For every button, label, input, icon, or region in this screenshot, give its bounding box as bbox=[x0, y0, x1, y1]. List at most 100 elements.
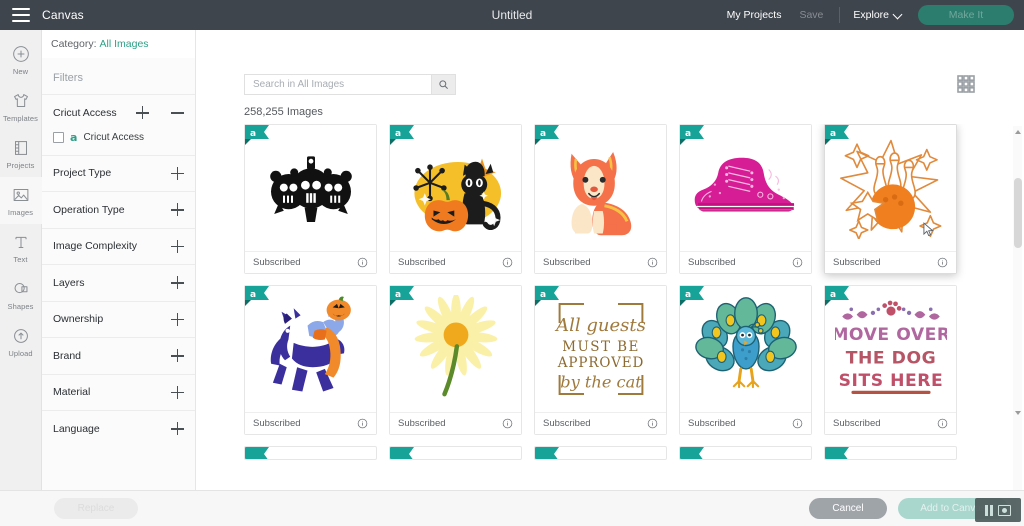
sidebar-item-new[interactable]: New bbox=[0, 36, 41, 83]
checkbox[interactable] bbox=[53, 132, 64, 143]
filter-row-brand[interactable]: Brand bbox=[42, 337, 195, 374]
replace-button[interactable]: Replace bbox=[54, 498, 138, 519]
plus-icon[interactable] bbox=[136, 106, 149, 119]
left-tool-rail: New Templates Projects bbox=[0, 30, 42, 526]
plus-icon[interactable] bbox=[171, 276, 184, 289]
image-card[interactable]: a bbox=[824, 124, 957, 274]
filter-row-language[interactable]: Language bbox=[42, 410, 195, 447]
info-icon[interactable] bbox=[792, 257, 803, 268]
hamburger-menu-icon[interactable] bbox=[12, 8, 30, 22]
card-footer: Subscribed bbox=[245, 251, 376, 273]
sidebar-item-text[interactable]: Text bbox=[0, 224, 41, 271]
filter-row-material[interactable]: Material bbox=[42, 374, 195, 411]
screen-recorder-widget[interactable] bbox=[975, 498, 1021, 522]
card-footer: Subscribed bbox=[535, 412, 666, 434]
breadcrumb: Category: All Images bbox=[42, 30, 195, 58]
image-card[interactable]: a bbox=[679, 285, 812, 435]
top-bar-actions: My Projects Save Explore Make It bbox=[718, 5, 1024, 25]
scroll-down-arrow-icon[interactable] bbox=[1015, 411, 1021, 415]
app-window: Canvas Untitled My Projects Save Explore… bbox=[0, 0, 1024, 526]
filter-label: Language bbox=[53, 423, 171, 435]
make-it-button[interactable]: Make It bbox=[918, 5, 1014, 25]
scroll-up-arrow-icon[interactable] bbox=[1015, 130, 1021, 134]
search-input[interactable] bbox=[245, 75, 431, 94]
scrollbar-thumb[interactable] bbox=[1014, 178, 1022, 248]
filters-panel: Category: All Images Filters Cricut Acce… bbox=[42, 30, 196, 526]
dog-line-1: MOVE OVER bbox=[835, 325, 947, 345]
image-card[interactable]: a bbox=[244, 285, 377, 435]
info-icon[interactable] bbox=[502, 257, 513, 268]
filter-row-project-type[interactable]: Project Type bbox=[42, 155, 195, 192]
info-icon[interactable] bbox=[357, 418, 368, 429]
canvas-label[interactable]: Canvas bbox=[42, 8, 84, 22]
cricut-access-badge-icon bbox=[680, 447, 706, 460]
image-icon bbox=[10, 184, 32, 206]
category-value-link[interactable]: All Images bbox=[100, 38, 149, 50]
filter-option-cricut-access[interactable]: a Cricut Access bbox=[42, 131, 195, 155]
sidebar-item-projects[interactable]: Projects bbox=[0, 130, 41, 177]
results-count: 258,255 Images bbox=[196, 95, 1024, 118]
filters-heading: Filters bbox=[42, 58, 195, 94]
plus-circle-icon bbox=[10, 43, 32, 65]
image-card[interactable]: a All guests MUST BE APPROVED by the cat bbox=[534, 285, 667, 435]
card-status-label: Subscribed bbox=[688, 418, 736, 429]
quote-line-2: MUST BE bbox=[562, 339, 640, 355]
image-card[interactable]: a bbox=[824, 285, 957, 435]
hamburger-bar bbox=[12, 8, 30, 10]
divider bbox=[839, 7, 840, 23]
plus-icon[interactable] bbox=[171, 386, 184, 399]
cricut-access-badge-icon bbox=[825, 447, 851, 460]
cricut-access-badge-icon: a bbox=[535, 125, 561, 145]
filter-row-cricut-access[interactable]: Cricut Access bbox=[42, 94, 195, 131]
plus-icon[interactable] bbox=[171, 240, 184, 253]
sidebar-item-images[interactable]: Images bbox=[0, 177, 41, 224]
image-card[interactable]: a bbox=[389, 285, 522, 435]
mouse-cursor-icon bbox=[923, 222, 934, 237]
cancel-button[interactable]: Cancel bbox=[809, 498, 887, 519]
search-box[interactable] bbox=[244, 74, 456, 95]
image-card[interactable]: a bbox=[679, 124, 812, 274]
stop-recording-icon[interactable] bbox=[998, 505, 1011, 516]
image-card[interactable]: a bbox=[534, 124, 667, 274]
plus-icon[interactable] bbox=[171, 349, 184, 362]
image-card[interactable] bbox=[824, 446, 957, 460]
image-card[interactable] bbox=[534, 446, 667, 460]
sidebar-item-templates[interactable]: Templates bbox=[0, 83, 41, 130]
filter-row-image-complexity[interactable]: Image Complexity bbox=[42, 228, 195, 265]
plus-icon[interactable] bbox=[171, 167, 184, 180]
card-footer: Subscribed bbox=[535, 251, 666, 273]
image-card[interactable]: a bbox=[244, 124, 377, 274]
filter-row-layers[interactable]: Layers bbox=[42, 264, 195, 301]
image-card[interactable] bbox=[389, 446, 522, 460]
image-card[interactable]: a bbox=[389, 124, 522, 274]
minus-icon[interactable] bbox=[171, 106, 184, 119]
plus-icon[interactable] bbox=[171, 313, 184, 326]
svg-text:a: a bbox=[395, 129, 401, 139]
image-card[interactable] bbox=[244, 446, 377, 460]
plus-icon[interactable] bbox=[171, 422, 184, 435]
image-card[interactable] bbox=[679, 446, 812, 460]
sidebar-item-upload[interactable]: Upload bbox=[0, 318, 41, 365]
search-button[interactable] bbox=[431, 75, 455, 94]
my-projects-button[interactable]: My Projects bbox=[718, 9, 791, 21]
filter-label: Brand bbox=[53, 350, 171, 362]
filter-row-ownership[interactable]: Ownership bbox=[42, 301, 195, 338]
filter-row-operation-type[interactable]: Operation Type bbox=[42, 191, 195, 228]
sidebar-item-label: New bbox=[13, 67, 28, 76]
info-icon[interactable] bbox=[502, 418, 513, 429]
cricut-access-badge-icon: a bbox=[390, 286, 416, 306]
sidebar-item-shapes[interactable]: Shapes bbox=[0, 271, 41, 318]
explore-menu[interactable]: Explore bbox=[847, 9, 908, 21]
pause-icon[interactable] bbox=[985, 505, 994, 516]
card-footer: Subscribed bbox=[825, 251, 956, 273]
content-top-spacer bbox=[196, 30, 1024, 58]
info-icon[interactable] bbox=[357, 257, 368, 268]
grid-view-icon[interactable] bbox=[956, 74, 976, 94]
info-icon[interactable] bbox=[647, 257, 658, 268]
info-icon[interactable] bbox=[937, 418, 948, 429]
grid-inner: a bbox=[244, 124, 986, 460]
info-icon[interactable] bbox=[792, 418, 803, 429]
plus-icon[interactable] bbox=[171, 203, 184, 216]
info-icon[interactable] bbox=[647, 418, 658, 429]
info-icon[interactable] bbox=[937, 257, 948, 268]
